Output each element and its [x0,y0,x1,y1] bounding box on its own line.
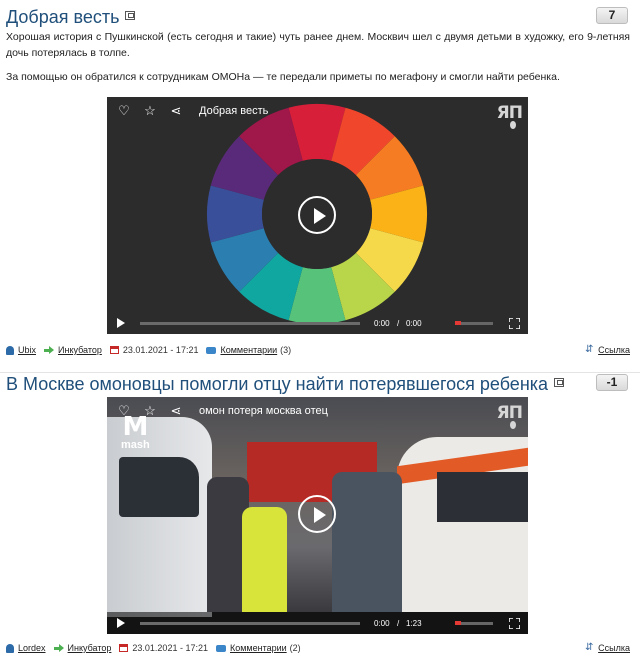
comments-count: (3) [280,345,292,355]
video-top-bar: ♡ ☆ ⋖ Добрая весть [117,103,268,119]
post-body-paragraph-2: За помощью он обратился к сотрудникам ОМ… [6,71,560,83]
heart-icon[interactable]: ♡ [117,404,131,418]
calendar-icon [109,346,119,354]
yap-logo-drop [510,421,516,429]
control-play-icon[interactable] [117,318,125,328]
video-title: Добрая весть [199,105,269,117]
yap-logo-drop [510,121,516,129]
comments-link[interactable]: Комментарии [230,643,287,653]
comment-icon [206,346,217,354]
post-title-link[interactable]: В Москве омоновцы помогли отцу найти пот… [6,373,565,395]
star-icon[interactable]: ☆ [143,104,157,118]
mash-text: mash [121,439,150,451]
external-link-icon[interactable] [125,11,136,20]
post-title-text[interactable]: Добрая весть [6,7,119,27]
video-player[interactable]: ♡ ☆ ⋖ Добрая весть ЯП 0:00 / 0:00 [107,97,528,334]
time-separator: / [397,618,400,628]
video-title: омон потеря москва отец [199,405,328,417]
progress-track[interactable] [140,321,360,325]
play-button[interactable] [298,495,336,533]
user-icon [6,643,14,653]
ambulance-window [437,472,528,522]
control-play-icon[interactable] [117,618,125,628]
permalink[interactable]: Ссылка [598,643,630,653]
volume-level [455,621,461,625]
fullscreen-icon[interactable] [509,317,520,329]
rating-badge[interactable]: 7 [596,7,628,24]
link-icon [585,344,594,355]
user-icon [6,345,14,355]
post-2: В Москве омоновцы помогли отцу найти пот… [0,372,640,658]
time-current: 0:00 [374,618,390,628]
post-1: Добрая весть 7 Хорошая история с Пушкинс… [0,0,640,372]
arrow-icon [44,346,55,354]
author-link[interactable]: Ubix [18,345,36,355]
permalink[interactable]: Ссылка [598,345,630,355]
calendar-icon [119,644,129,652]
person-vest-shape [242,507,287,612]
comments-link[interactable]: Комментарии [220,345,277,355]
post-meta: Ubix Инкубатор 23.01.2021 - 17:21 Коммен… [6,343,630,357]
rating-badge[interactable]: -1 [596,374,628,391]
author-link[interactable]: Lordex [18,643,46,653]
category-link[interactable]: Инкубатор [68,643,112,653]
time-current: 0:00 [374,318,390,328]
external-link-icon[interactable] [554,378,565,387]
category-link[interactable]: Инкубатор [58,345,102,355]
star-icon[interactable]: ☆ [143,404,157,418]
comment-icon [215,644,226,652]
video-top-bar: ♡ ☆ ⋖ омон потеря москва отец [117,403,328,419]
video-player[interactable]: M mash ♡ ☆ ⋖ омон потеря москва отец ЯП … [107,397,528,634]
post-body-paragraph-1: Хорошая история с Пушкинской (есть сегод… [6,31,630,59]
arrow-icon [53,644,64,652]
play-button[interactable] [298,196,336,234]
volume-level [455,321,461,325]
progress-track[interactable] [140,621,360,625]
yap-logo: ЯП [496,403,523,423]
time-separator: / [397,318,400,328]
heart-icon[interactable]: ♡ [117,104,131,118]
mash-watermark: M mash [121,414,150,451]
post-meta: Lordex Инкубатор 23.01.2021 - 17:21 Комм… [6,641,630,655]
post-date: 23.01.2021 - 17:21 [132,643,208,653]
post-title-text[interactable]: В Москве омоновцы помогли отцу найти пот… [6,374,548,394]
post-title-link[interactable]: Добрая весть [6,6,136,28]
yap-logo: ЯП [496,103,523,123]
time-total: 1:23 [406,618,422,628]
comments-count: (2) [289,643,301,653]
officer-shape [332,472,402,612]
time-total: 0:00 [406,318,422,328]
fullscreen-icon[interactable] [509,617,520,629]
link-icon [585,642,594,653]
post-date: 23.01.2021 - 17:21 [122,345,199,355]
video-controls: 0:00 / 0:00 [107,312,528,334]
share-icon[interactable]: ⋖ [169,404,183,418]
share-icon[interactable]: ⋖ [169,104,183,118]
video-controls: 0:00 / 1:23 [107,612,528,634]
